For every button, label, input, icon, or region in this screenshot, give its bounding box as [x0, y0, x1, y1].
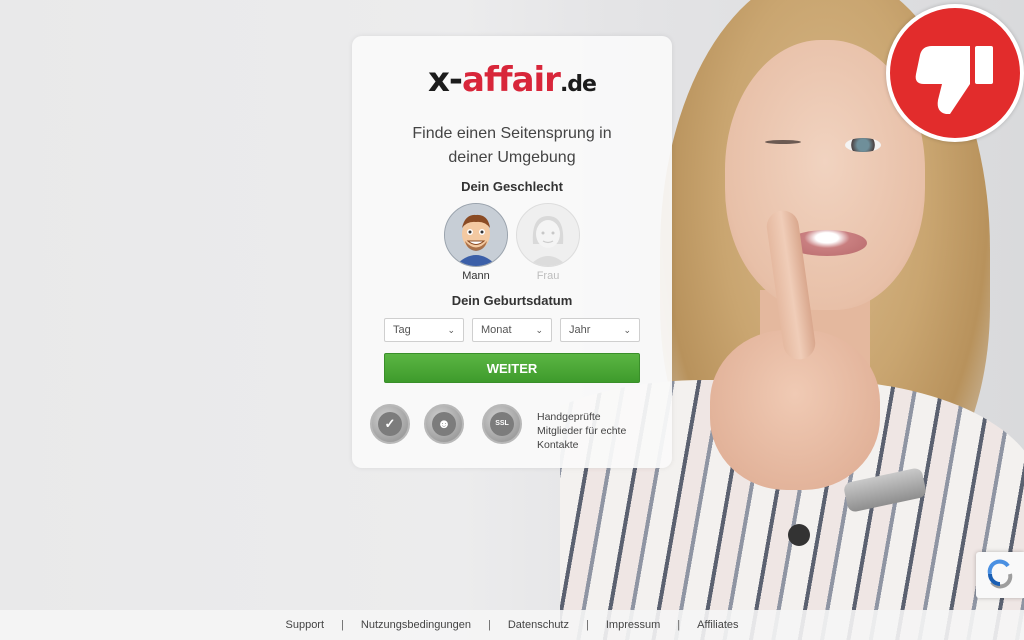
birthdate-heading: Dein Geburtsdatum	[451, 293, 573, 308]
gender-option-male[interactable]: Mann	[444, 203, 508, 282]
registration-card: x-affair.de Finde einen Seitensprung in …	[352, 36, 672, 468]
footer-separator: |	[487, 619, 491, 631]
month-select[interactable]: Monat ⌄	[472, 318, 552, 342]
day-select[interactable]: Tag ⌄	[384, 318, 464, 342]
footer-link-affiliates[interactable]: Affiliates	[688, 619, 747, 631]
chevron-down-icon: ⌄	[535, 324, 543, 335]
trust-text-line-3: Kontakte	[537, 439, 579, 451]
thumbs-down-icon	[886, 4, 1024, 142]
trust-badges: ✓ ☻ SSL Handgeprüfte Mitglieder für echt…	[370, 404, 660, 452]
day-select-value: Tag	[393, 324, 411, 336]
footer-separator: |	[677, 619, 681, 631]
tagline-line-1: Finde einen Seitensprung in	[412, 125, 612, 142]
site-logo[interactable]: x-affair.de	[352, 60, 672, 100]
trust-text-line-1: Handgeprüfte	[537, 411, 601, 423]
photo-eye-right	[845, 138, 881, 152]
people-badge-icon: ☻	[424, 404, 464, 444]
month-select-value: Monat	[481, 324, 512, 336]
trust-text: Handgeprüfte Mitglieder für echte Kontak…	[537, 410, 647, 452]
footer-separator: |	[586, 619, 589, 631]
logo-part-affair: affair	[462, 60, 561, 100]
tagline: Finde einen Seitensprung in deiner Umgeb…	[352, 122, 672, 170]
footer-link-support[interactable]: Support	[277, 619, 334, 631]
check-badge-icon: ✓	[370, 404, 410, 444]
birthdate-selects: Tag ⌄ Monat ⌄ Jahr ⌄	[384, 318, 640, 342]
recaptcha-icon[interactable]	[976, 552, 1024, 598]
photo-shirt-button	[788, 524, 810, 546]
ssl-lock-icon: SSL	[482, 404, 522, 444]
year-select[interactable]: Jahr ⌄	[560, 318, 640, 342]
footer-link-privacy[interactable]: Datenschutz	[499, 619, 578, 631]
gender-option-female[interactable]: Frau	[516, 203, 580, 282]
footer-links: Support | Nutzungsbedingungen | Datensch…	[0, 610, 1024, 640]
tagline-line-2: deiner Umgebung	[448, 149, 576, 166]
chevron-down-icon: ⌄	[447, 324, 455, 335]
continue-button[interactable]: WEITER	[384, 353, 640, 383]
year-select-value: Jahr	[569, 324, 591, 336]
trust-text-line-2: Mitglieder für echte	[537, 425, 627, 437]
chevron-down-icon: ⌄	[623, 324, 631, 335]
male-avatar-icon[interactable]	[444, 203, 508, 267]
female-avatar-icon[interactable]	[516, 203, 580, 267]
logo-part-x: x-	[428, 60, 463, 100]
female-label: Frau	[536, 270, 560, 282]
male-label: Mann	[462, 270, 490, 282]
gender-heading: Dein Geschlecht	[461, 179, 563, 194]
ssl-badge-label: SSL	[490, 412, 514, 436]
footer-link-terms[interactable]: Nutzungsbedingungen	[352, 619, 480, 631]
photo-eye-left	[765, 140, 801, 144]
footer-separator: |	[341, 619, 344, 631]
footer-link-imprint[interactable]: Impressum	[597, 619, 669, 631]
logo-part-tld: .de	[559, 72, 597, 97]
